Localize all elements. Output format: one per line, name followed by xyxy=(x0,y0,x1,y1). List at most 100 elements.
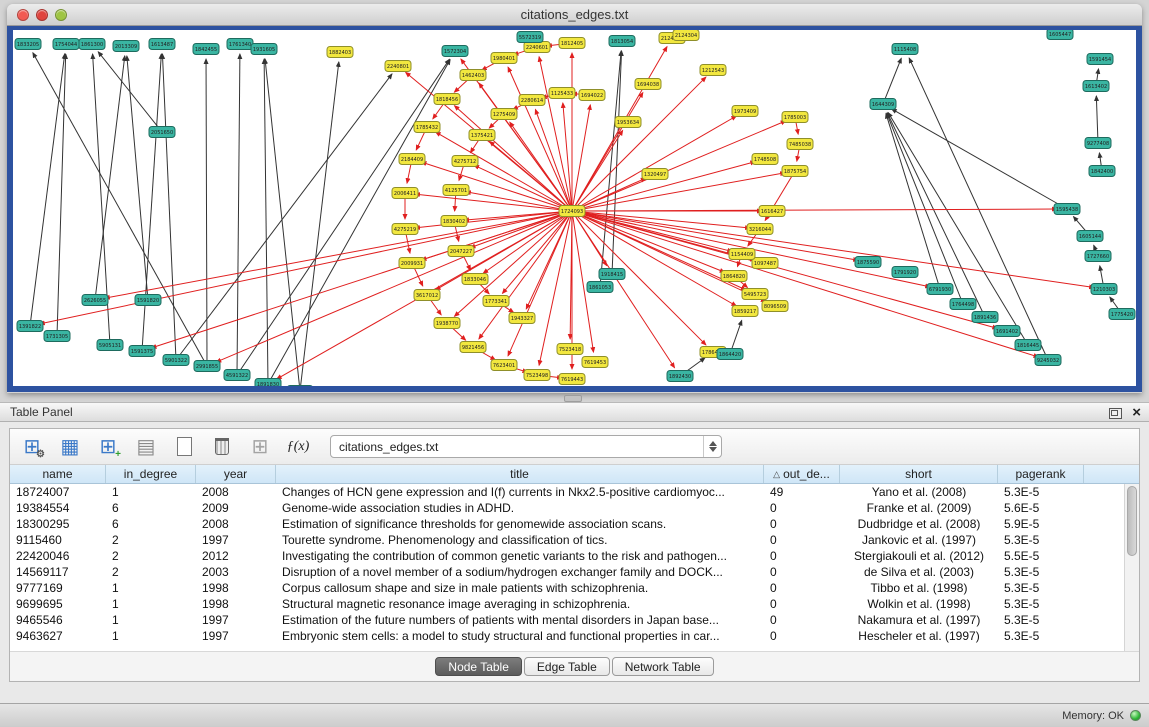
graph-node[interactable]: 5572319 xyxy=(517,32,543,43)
graph-node[interactable]: 2009931 xyxy=(399,258,425,269)
graph-node[interactable]: 3216044 xyxy=(747,224,773,235)
table-row[interactable]: 2242004622012Investigating the contribut… xyxy=(10,548,1124,564)
graph-node[interactable]: 1918415 xyxy=(599,269,625,280)
graph-node[interactable]: 2006411 xyxy=(392,188,418,199)
graph-node[interactable]: 2013309 xyxy=(113,41,139,52)
minimize-button[interactable] xyxy=(36,9,48,21)
tab-network-table[interactable]: Network Table xyxy=(612,657,714,676)
merge-table-icon[interactable]: ⊞ xyxy=(246,434,274,460)
graph-node[interactable]: 1938770 xyxy=(434,318,460,329)
row-options-icon[interactable]: ▤ xyxy=(132,434,160,460)
graph-node[interactable]: 1748508 xyxy=(752,154,778,165)
zoom-button[interactable] xyxy=(55,9,67,21)
scrollbar-thumb[interactable] xyxy=(1127,486,1137,556)
graph-node[interactable]: 1761340 xyxy=(227,39,253,50)
graph-node[interactable]: 1785003 xyxy=(782,112,808,123)
table-row[interactable]: 1456911722003Disruption of a novel membe… xyxy=(10,564,1124,580)
graph-node[interactable]: 1613402 xyxy=(1083,81,1109,92)
graph-node[interactable]: 3617012 xyxy=(414,290,440,301)
graph-node[interactable]: 4275219 xyxy=(392,224,418,235)
graph-node[interactable]: 1727660 xyxy=(1085,251,1111,262)
table-row[interactable]: 1938455462009Genome-wide association stu… xyxy=(10,500,1124,516)
graph-node[interactable]: 1591454 xyxy=(1087,54,1113,65)
graph-node[interactable]: 1864420 xyxy=(717,349,743,360)
graph-node[interactable]: 1691402 xyxy=(994,326,1020,337)
column-header-in_degree[interactable]: in_degree xyxy=(106,465,196,483)
new-table-icon[interactable] xyxy=(170,434,198,460)
graph-node[interactable]: 1816445 xyxy=(1015,340,1041,351)
graph-node[interactable]: 7523498 xyxy=(524,370,550,381)
graph-node[interactable]: 1595438 xyxy=(1054,204,1080,215)
graph-node[interactable]: 2047227 xyxy=(448,246,474,257)
graph-node[interactable]: 1882403 xyxy=(327,47,353,58)
graph-node[interactable]: 1210303 xyxy=(1091,284,1117,295)
graph-node[interactable]: 1875754 xyxy=(782,166,808,177)
graph-node[interactable]: 1591820 xyxy=(135,295,161,306)
graph-node[interactable]: 1791920 xyxy=(892,267,918,278)
graph-node[interactable]: 1953634 xyxy=(615,117,641,128)
graph-node[interactable]: 1931605 xyxy=(251,44,277,55)
graph-node[interactable]: 1773341 xyxy=(483,296,509,307)
graph-node[interactable]: 1818456 xyxy=(434,94,460,105)
graph-node[interactable]: 2184409 xyxy=(399,154,425,165)
graph-node[interactable]: 1212543 xyxy=(700,65,726,76)
table-row[interactable]: 1872400712008Changes of HCN gene express… xyxy=(10,484,1124,500)
graph-node[interactable]: 1616427 xyxy=(759,206,785,217)
graph-node[interactable]: 9277408 xyxy=(1085,138,1111,149)
delete-table-icon[interactable] xyxy=(208,434,236,460)
graph-node[interactable]: 1812405 xyxy=(559,38,585,49)
table-row[interactable]: 911546021997Tourette syndrome. Phenomeno… xyxy=(10,532,1124,548)
column-header-out_degree[interactable]: △out_de... xyxy=(764,465,840,483)
graph-node[interactable]: 1791854 xyxy=(287,386,313,387)
graph-node[interactable]: 7523418 xyxy=(557,344,583,355)
graph-node[interactable]: 1694022 xyxy=(579,90,605,101)
graph-node[interactable]: 1859217 xyxy=(732,306,758,317)
graph-node[interactable]: 1973409 xyxy=(732,106,758,117)
graph-node[interactable]: 1694038 xyxy=(635,79,661,90)
graph-node[interactable]: 1375421 xyxy=(469,130,495,141)
table-row[interactable]: 977716911998Corpus callosum shape and si… xyxy=(10,580,1124,596)
graph-node[interactable]: 1891830 xyxy=(255,379,281,387)
show-columns-icon[interactable]: ▦ xyxy=(56,434,84,460)
network-table-select[interactable]: citations_edges.txt xyxy=(330,435,722,458)
graph-node[interactable]: 1462403 xyxy=(460,70,486,81)
graph-node[interactable]: 7623401 xyxy=(491,360,517,371)
graph-node[interactable]: 1813054 xyxy=(609,36,635,47)
tab-edge-table[interactable]: Edge Table xyxy=(524,657,610,676)
graph-node[interactable]: 1591375 xyxy=(129,346,155,357)
column-header-year[interactable]: year xyxy=(196,465,276,483)
graph-node[interactable]: 2280614 xyxy=(519,95,545,106)
table-options-icon[interactable]: ⊞⚙ xyxy=(18,434,46,460)
graph-node[interactable]: 1125433 xyxy=(549,88,575,99)
graph-node[interactable]: 1391822 xyxy=(17,321,43,332)
import-column-icon[interactable]: ⊞+ xyxy=(94,434,122,460)
graph-node[interactable]: 1861053 xyxy=(587,282,613,293)
graph-node[interactable]: 1875590 xyxy=(855,257,881,268)
graph-node[interactable]: 5901322 xyxy=(163,355,189,366)
graph-node[interactable]: 4125701 xyxy=(443,185,469,196)
close-panel-icon[interactable]: × xyxy=(1132,406,1141,420)
graph-node[interactable]: 1980401 xyxy=(491,53,517,64)
window-titlebar[interactable]: citations_edges.txt xyxy=(7,4,1142,26)
graph-node[interactable]: 9821456 xyxy=(460,342,486,353)
float-panel-icon[interactable] xyxy=(1109,408,1122,419)
panel-splitter-handle[interactable] xyxy=(564,395,582,402)
graph-node[interactable]: 5905131 xyxy=(97,340,123,351)
graph-node[interactable]: 1731305 xyxy=(44,331,70,342)
close-button[interactable] xyxy=(17,9,29,21)
table-row[interactable]: 969969511998Structural magnetic resonanc… xyxy=(10,596,1124,612)
graph-node[interactable]: 7619453 xyxy=(582,357,608,368)
graph-node[interactable]: 1097487 xyxy=(752,258,778,269)
table-row[interactable]: 946554611997Estimation of the future num… xyxy=(10,612,1124,628)
graph-node[interactable]: 1605447 xyxy=(1047,30,1073,40)
graph-node[interactable]: 1775420 xyxy=(1109,309,1135,320)
column-header-title[interactable]: title xyxy=(276,465,764,483)
graph-node[interactable]: 1892430 xyxy=(667,371,693,382)
graph-node[interactable]: 6791930 xyxy=(927,284,953,295)
graph-node[interactable]: 5495723 xyxy=(742,289,768,300)
table-vertical-scrollbar[interactable] xyxy=(1124,484,1139,651)
table-row[interactable]: 946362711997Embryonic stem cells: a mode… xyxy=(10,628,1124,644)
graph-node[interactable]: 1613487 xyxy=(149,39,175,50)
graph-node[interactable]: 2240801 xyxy=(385,61,411,72)
table-row[interactable]: 1830029562008Estimation of significance … xyxy=(10,516,1124,532)
